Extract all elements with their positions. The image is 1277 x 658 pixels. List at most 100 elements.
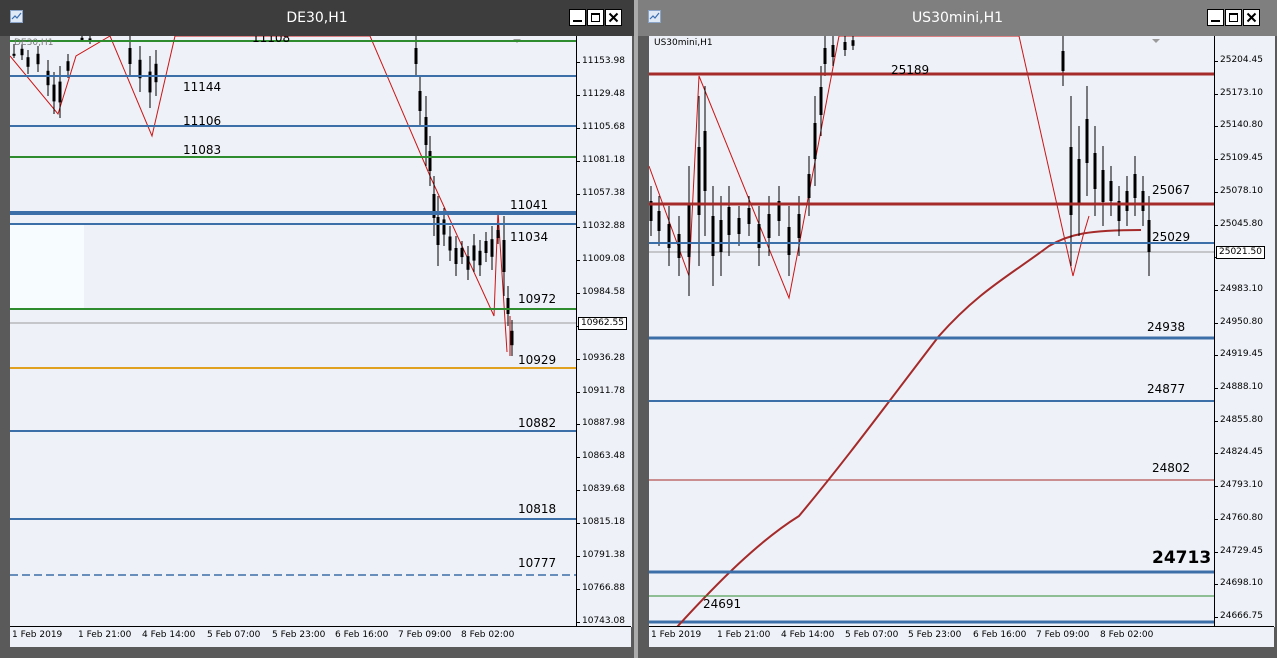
- price-tick-label: 10839.68: [582, 484, 625, 495]
- price-tick-mark: [577, 523, 580, 525]
- time-tick-label: 8 Feb 02:00: [1100, 630, 1154, 640]
- price-tick-mark: [577, 226, 580, 228]
- price-tick-mark: [577, 193, 580, 195]
- price-tick-mark: [577, 622, 580, 624]
- time-tick-label: 5 Feb 07:00: [207, 630, 261, 640]
- price-tick-label: 24983.10: [1220, 283, 1263, 294]
- price-tick-mark: [1215, 322, 1218, 324]
- time-axis[interactable]: 1 Feb 2019 1 Feb 21:00 4 Feb 14:00 5 Feb 07…: [649, 626, 1274, 647]
- price-tick-label: 11129.48: [582, 88, 625, 99]
- price-tick-label: 24729.45: [1220, 545, 1263, 556]
- title-bar[interactable]: DE30,H1: [0, 0, 634, 36]
- price-tick-label: 25204.45: [1220, 55, 1263, 65]
- candle-body: [819, 87, 823, 115]
- candle-body: [442, 219, 446, 235]
- candle-body: [428, 151, 432, 171]
- candle-body: [66, 61, 70, 71]
- price-tick-mark: [1215, 61, 1218, 62]
- price-tick-label: 10887.98: [582, 418, 625, 429]
- candle-body: [757, 224, 761, 248]
- price-tick-label: 24919.45: [1220, 349, 1263, 360]
- candle-body: [843, 42, 847, 50]
- time-tick-label: 1 Feb 2019: [12, 630, 63, 640]
- price-axis[interactable]: 25204.45 25173.10 25140.80 25109.45 25078.10…: [1214, 36, 1275, 627]
- candle-body: [1085, 119, 1089, 163]
- maximize-button[interactable]: [587, 9, 604, 26]
- candle-body: [46, 70, 50, 86]
- price-tick-mark: [577, 292, 580, 294]
- current-price-label: 25021.50: [1216, 246, 1265, 259]
- price-tick-mark: [577, 457, 580, 459]
- candle-body: [506, 298, 510, 314]
- candle-body: [767, 214, 771, 238]
- candle-body: [687, 205, 691, 257]
- price-tick-mark: [577, 94, 580, 96]
- minimize-button[interactable]: [569, 9, 586, 26]
- candle-body: [667, 224, 671, 248]
- zigzag-indicator: [10, 36, 508, 353]
- price-tick-mark: [1215, 584, 1218, 586]
- price-tick-label: 10766.88: [582, 583, 625, 594]
- price-tick-mark: [577, 589, 580, 591]
- time-tick-label: 1 Feb 2019: [651, 630, 702, 640]
- price-tick-label: 25140.80: [1220, 120, 1263, 131]
- candle-body: [26, 57, 30, 67]
- price-tick-label: 10984.58: [582, 286, 625, 297]
- candle-body: [414, 48, 418, 64]
- close-icon: [1246, 12, 1257, 23]
- title-bar[interactable]: US30mini,H1: [638, 0, 1277, 36]
- price-tick-mark: [577, 358, 580, 360]
- price-tick-mark: [1215, 191, 1218, 193]
- close-button[interactable]: [605, 9, 622, 26]
- time-tick-label: 7 Feb 09:00: [398, 630, 452, 640]
- price-tick-label: 25173.10: [1220, 87, 1263, 98]
- candle-body: [496, 230, 500, 238]
- close-button[interactable]: [1243, 9, 1260, 26]
- price-tick-mark: [577, 160, 580, 162]
- price-chart-area[interactable]: [10, 36, 576, 627]
- price-tick-label: 11153.98: [582, 56, 625, 66]
- candle-body: [1093, 153, 1097, 189]
- minimize-button[interactable]: [1207, 9, 1224, 26]
- price-tick-mark: [577, 490, 580, 492]
- candle-body: [1061, 51, 1065, 71]
- candle-body: [1141, 191, 1145, 211]
- minimize-icon: [1211, 20, 1220, 22]
- candle-body: [36, 53, 40, 65]
- candle-body: [747, 208, 751, 224]
- price-tick-label: 24950.80: [1220, 316, 1263, 327]
- maximize-icon: [591, 13, 600, 22]
- candle-body: [58, 81, 62, 103]
- maximize-button[interactable]: [1225, 9, 1242, 26]
- price-tick-label: 11105.68: [582, 121, 625, 132]
- candle-body: [448, 236, 452, 251]
- time-axis[interactable]: 1 Feb 2019 1 Feb 21:00 4 Feb 14:00 5 Feb 07…: [10, 626, 631, 647]
- price-tick-mark: [1215, 93, 1218, 95]
- price-tick-label: 10936.28: [582, 352, 625, 363]
- price-tick-mark: [1215, 355, 1218, 357]
- price-tick-label: 10791.38: [582, 550, 625, 561]
- candle-body: [472, 245, 476, 261]
- price-axis[interactable]: 11153.98 11129.48 11105.68 11081.18 11057.38…: [576, 36, 632, 627]
- window-title: DE30,H1: [286, 10, 348, 26]
- price-tick-label: 24793.10: [1220, 480, 1263, 491]
- candle-body: [466, 256, 470, 270]
- price-tick-mark: [1215, 551, 1218, 553]
- candle-body: [851, 40, 855, 46]
- symbol-label: US30mini,H1: [654, 38, 713, 48]
- chart-drawing: [649, 36, 1214, 627]
- window-title: US30mini,H1: [911, 10, 1004, 26]
- price-chart-area[interactable]: [649, 36, 1214, 627]
- candle-body: [80, 37, 84, 41]
- chart-window-de30[interactable]: DE30,H1 11153.98 11129.48 11105.68 11081.18…: [0, 0, 634, 658]
- price-tick-label: 24888.10: [1220, 382, 1263, 392]
- price-tick-mark: [577, 556, 580, 558]
- chart-window-us30mini[interactable]: US30mini,H1 25204.45 25173.10 25140.80 2510…: [638, 0, 1277, 658]
- price-tick-mark: [1215, 616, 1218, 618]
- price-tick-label: 24760.80: [1220, 512, 1263, 523]
- candle-body: [148, 71, 152, 93]
- candle-body: [418, 91, 422, 111]
- price-tick-mark: [577, 127, 580, 129]
- candle-body: [52, 84, 56, 102]
- time-tick-label: 1 Feb 21:00: [78, 630, 132, 640]
